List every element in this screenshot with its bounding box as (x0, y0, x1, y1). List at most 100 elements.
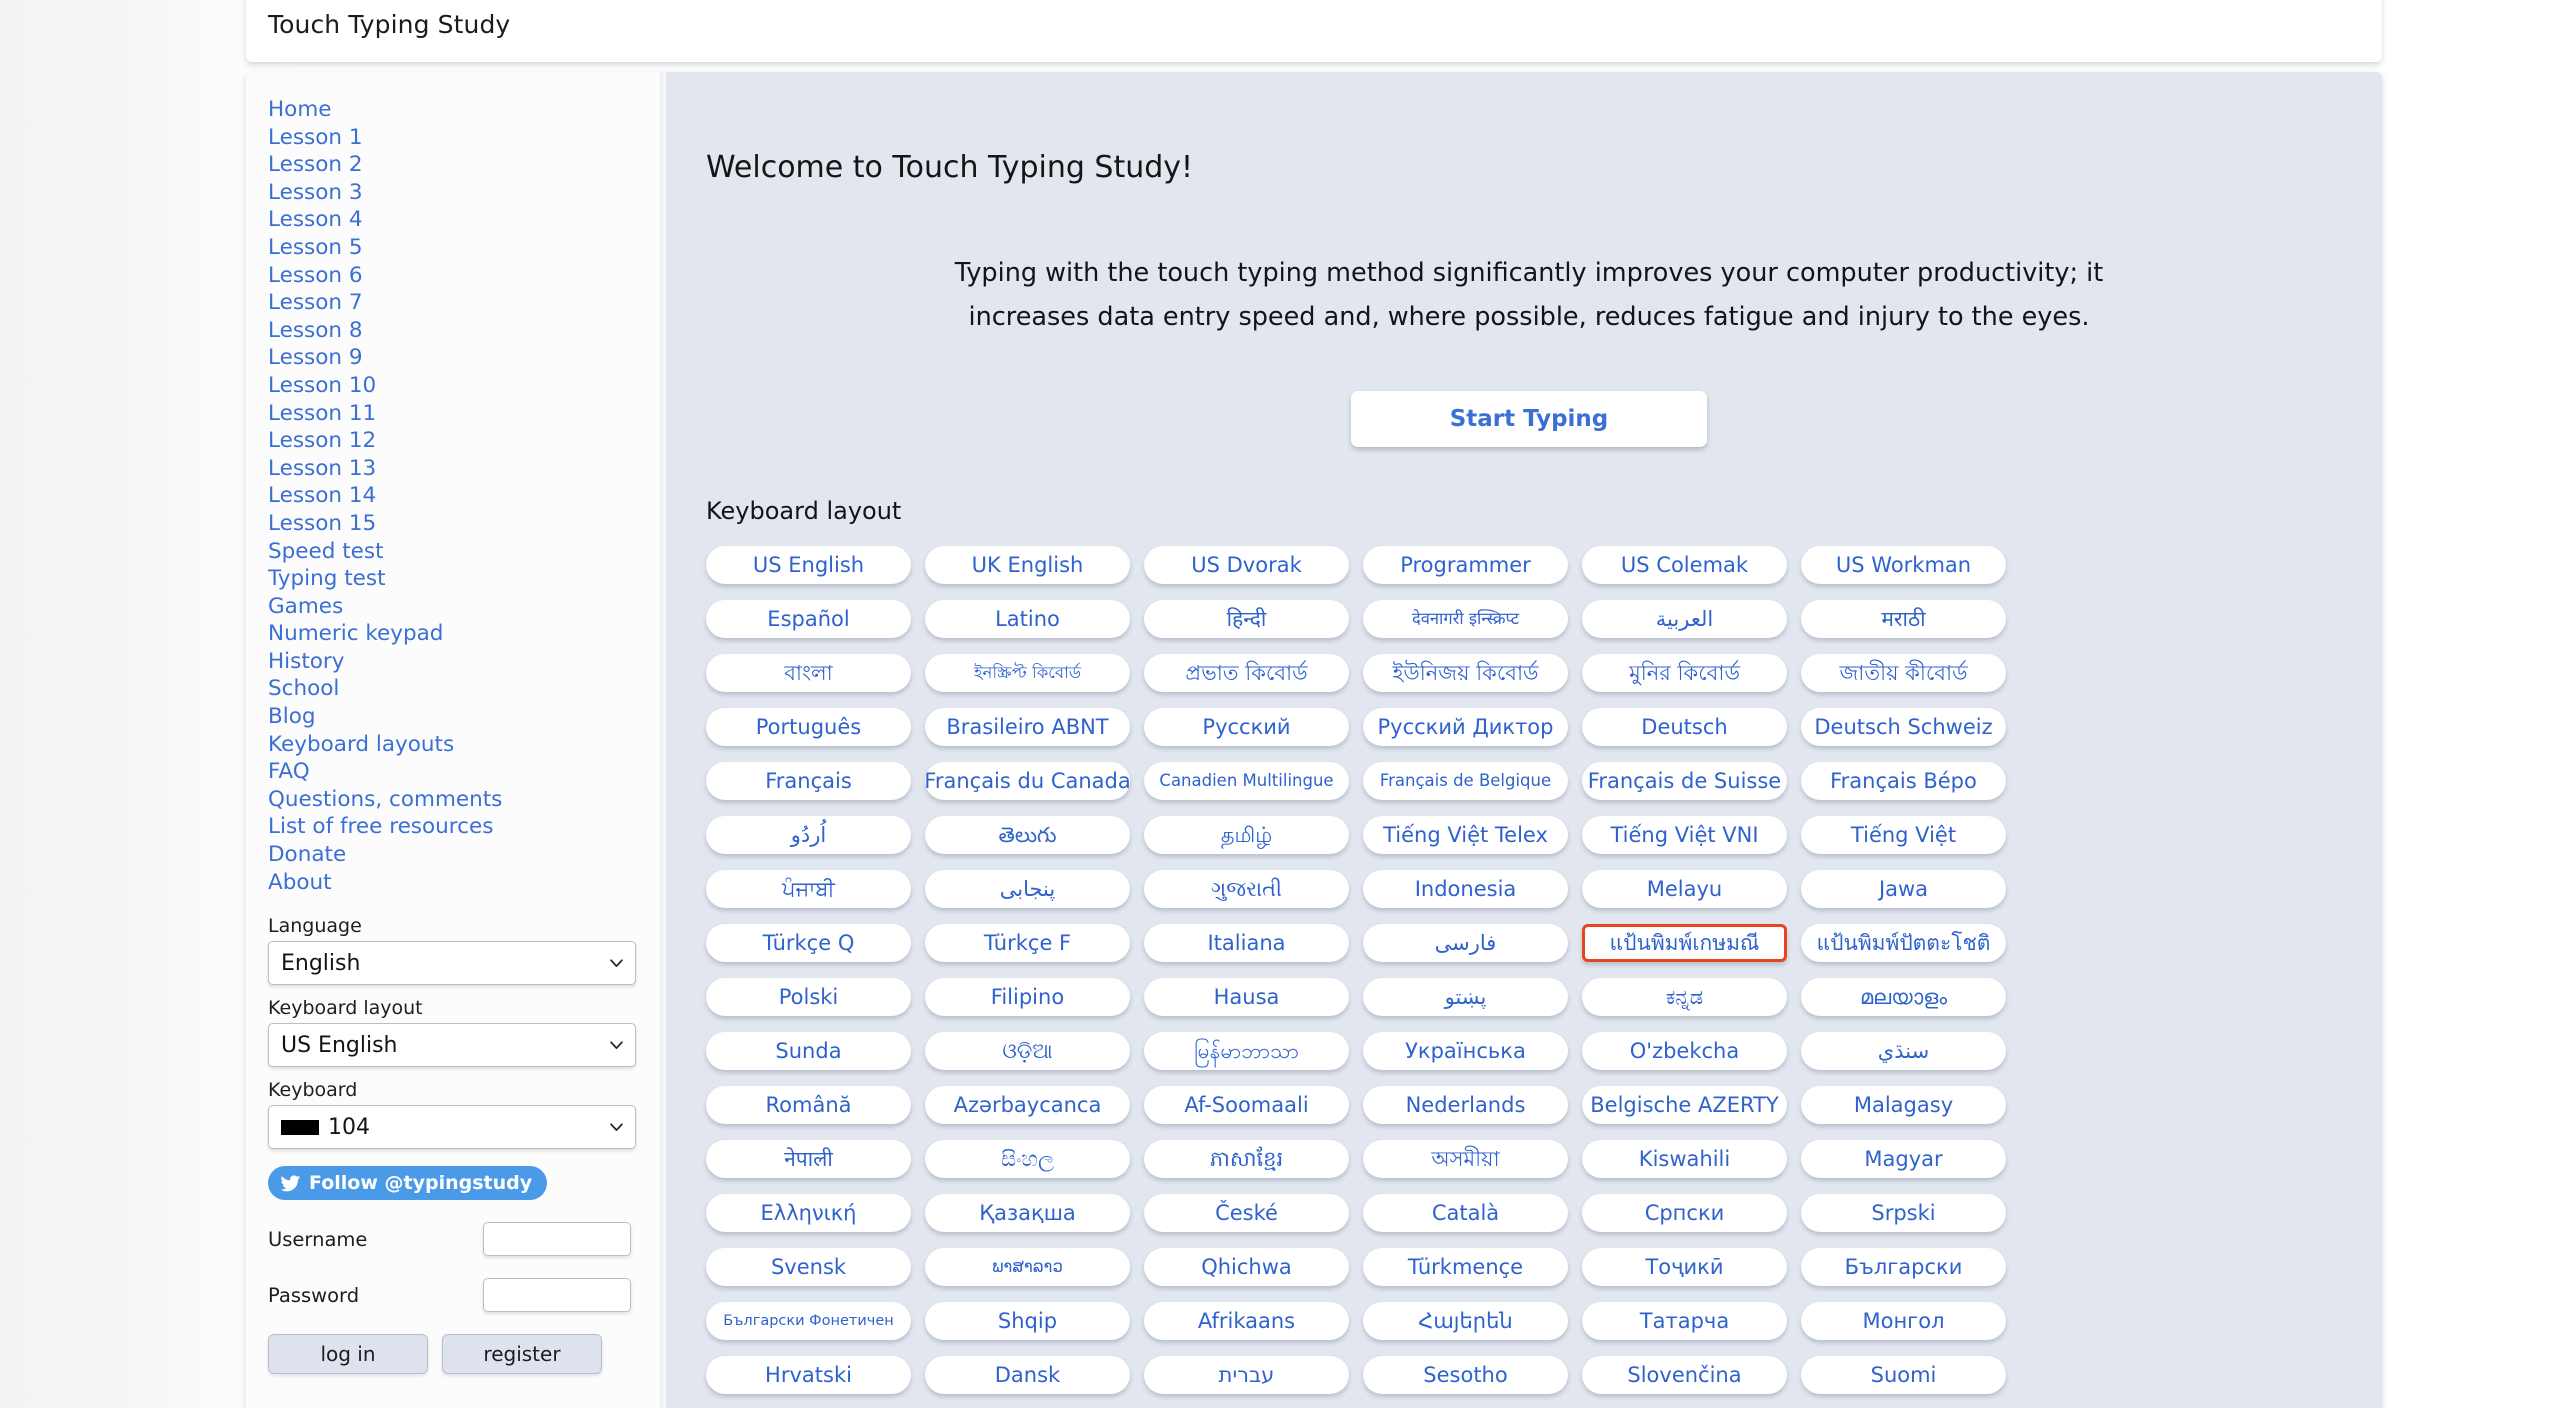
sidebar-item-history[interactable]: History (268, 648, 666, 676)
sidebar-item-lesson-12[interactable]: Lesson 12 (268, 427, 666, 455)
keyboard-layout-button[interactable]: US English (706, 546, 911, 584)
keyboard-layout-button[interactable]: Polski (706, 978, 911, 1016)
keyboard-layout-button[interactable]: Ελληνική (706, 1194, 911, 1232)
sidebar-item-lesson-11[interactable]: Lesson 11 (268, 400, 666, 428)
sidebar-item-lesson-4[interactable]: Lesson 4 (268, 206, 666, 234)
sidebar-item-lesson-15[interactable]: Lesson 15 (268, 510, 666, 538)
sidebar-item-questions-comments[interactable]: Questions, comments (268, 786, 666, 814)
keyboard-layout-button[interactable]: हिन्दी (1144, 600, 1349, 638)
keyboard-layout-button[interactable]: Slovenčina (1582, 1356, 1787, 1394)
keyboard-layout-button[interactable]: العربية (1582, 600, 1787, 638)
keyboard-layout-button[interactable]: Melayu (1582, 870, 1787, 908)
keyboard-layout-button[interactable]: Български Фонетичен (706, 1302, 911, 1340)
sidebar-item-lesson-13[interactable]: Lesson 13 (268, 455, 666, 483)
keyboard-layout-button[interactable]: தமிழ் (1144, 816, 1349, 854)
sidebar-item-school[interactable]: School (268, 675, 666, 703)
keyboard-layout-button[interactable]: ಕನ್ನಡ (1582, 978, 1787, 1016)
language-select-wrap[interactable]: English (268, 941, 636, 986)
keyboard-layout-button[interactable]: US Workman (1801, 546, 2006, 584)
keyboard-layout-button[interactable]: অসমীয়া (1363, 1140, 1568, 1178)
keyboard-layout-button[interactable]: Latino (925, 600, 1130, 638)
sidebar-item-lesson-1[interactable]: Lesson 1 (268, 124, 666, 152)
keyboard-layout-button[interactable]: US Dvorak (1144, 546, 1349, 584)
start-typing-button[interactable]: Start Typing (1351, 391, 1707, 447)
language-select[interactable]: English (268, 941, 636, 986)
keyboard-layout-button[interactable]: Català (1363, 1194, 1568, 1232)
sidebar-item-lesson-7[interactable]: Lesson 7 (268, 289, 666, 317)
keyboard-layout-button[interactable]: Tiếng Việt Telex (1363, 816, 1568, 854)
sidebar-item-lesson-3[interactable]: Lesson 3 (268, 179, 666, 207)
keyboard-layout-button[interactable]: Brasileiro ABNT (925, 708, 1130, 746)
keyboard-layout-button[interactable]: Српски (1582, 1194, 1787, 1232)
keyboard-layout-button[interactable]: Türkmençe (1363, 1248, 1568, 1286)
keyboard-layout-button[interactable]: ភាសាខ្មែរ (1144, 1140, 1349, 1178)
keyboard-layout-button[interactable]: Sesotho (1363, 1356, 1568, 1394)
keyboard-layout-button[interactable]: ଓଡ଼ିଆ (925, 1032, 1130, 1070)
keyboard-layout-button[interactable]: Belgische AZERTY (1582, 1086, 1787, 1124)
sidebar-item-lesson-5[interactable]: Lesson 5 (268, 234, 666, 262)
keyboard-layout-button[interactable]: עברית (1144, 1356, 1349, 1394)
keyboard-select-wrap[interactable]: 104 (268, 1105, 636, 1150)
keyboard-layout-button[interactable]: فارسی (1363, 924, 1568, 962)
keyboard-layout-button[interactable]: মুনির কিবোর্ড (1582, 654, 1787, 692)
sidebar-item-list-of-free-resources[interactable]: List of free resources (268, 813, 666, 841)
keyboard-layout-button[interactable]: ਪੰਜਾਬੀ (706, 870, 911, 908)
keyboard-layout-button[interactable]: Татарча (1582, 1302, 1787, 1340)
keyboard-layout-button[interactable]: Հայերեն (1363, 1302, 1568, 1340)
sidebar-item-numeric-keypad[interactable]: Numeric keypad (268, 620, 666, 648)
keyboard-layout-button[interactable]: پنجابی (925, 870, 1130, 908)
sidebar-item-lesson-2[interactable]: Lesson 2 (268, 151, 666, 179)
keyboard-layout-button[interactable]: Тоҷикӣ (1582, 1248, 1787, 1286)
keyboard-layout-button[interactable]: UK English (925, 546, 1130, 584)
keyboard-layout-button[interactable]: প্রভাত কিবোর্ড (1144, 654, 1349, 692)
keyboard-layout-button[interactable]: Magyar (1801, 1140, 2006, 1178)
keyboard-layout-button[interactable]: Русский (1144, 708, 1349, 746)
keyboard-layout-button[interactable]: Português (706, 708, 911, 746)
sidebar-item-donate[interactable]: Donate (268, 841, 666, 869)
sidebar-item-keyboard-layouts[interactable]: Keyboard layouts (268, 731, 666, 759)
sidebar-item-typing-test[interactable]: Typing test (268, 565, 666, 593)
keyboard-layout-button[interactable]: Filipino (925, 978, 1130, 1016)
keyboard-layout-button[interactable]: Malagasy (1801, 1086, 2006, 1124)
keyboard-layout-button[interactable]: Tiếng Việt VNI (1582, 816, 1787, 854)
keyboard-layout-button[interactable]: Français de Suisse (1582, 762, 1787, 800)
keyboard-layout-button[interactable]: Hausa (1144, 978, 1349, 1016)
sidebar-item-faq[interactable]: FAQ (268, 758, 666, 786)
keyboard-layout-button[interactable]: मराठी (1801, 600, 2006, 638)
keyboard-layout-button[interactable]: Español (706, 600, 911, 638)
keyboard-layout-button[interactable]: Suomi (1801, 1356, 2006, 1394)
keyboard-layout-button[interactable]: แป้นพิมพ์เกษมณี (1582, 924, 1787, 962)
register-button[interactable]: register (442, 1334, 602, 1375)
sidebar-item-lesson-8[interactable]: Lesson 8 (268, 317, 666, 345)
keyboard-layout-button[interactable]: Монгол (1801, 1302, 2006, 1340)
keyboard-layout-button[interactable]: České (1144, 1194, 1349, 1232)
sidebar-item-games[interactable]: Games (268, 593, 666, 621)
keyboard-layout-button[interactable]: Türkçe F (925, 924, 1130, 962)
keyboard-layout-select[interactable]: US English (268, 1023, 636, 1068)
sidebar-item-home[interactable]: Home (268, 96, 666, 124)
keyboard-layout-button[interactable]: US Colemak (1582, 546, 1787, 584)
sidebar-item-about[interactable]: About (268, 869, 666, 897)
keyboard-layout-button[interactable]: Deutsch (1582, 708, 1787, 746)
keyboard-layout-button[interactable]: Indonesia (1363, 870, 1568, 908)
keyboard-layout-button[interactable]: ইউনিজয় কিবোর্ড (1363, 654, 1568, 692)
keyboard-layout-button[interactable]: ইনস্ক্রিপ্ট কিবোর্ড (925, 654, 1130, 692)
sidebar-item-lesson-14[interactable]: Lesson 14 (268, 482, 666, 510)
keyboard-layout-button[interactable]: Hrvatski (706, 1356, 911, 1394)
keyboard-layout-select-wrap[interactable]: US English (268, 1023, 636, 1068)
keyboard-select[interactable]: 104 (268, 1105, 636, 1150)
keyboard-layout-button[interactable]: Dansk (925, 1356, 1130, 1394)
keyboard-layout-button[interactable]: Srpski (1801, 1194, 2006, 1232)
keyboard-layout-button[interactable]: پښتو (1363, 978, 1568, 1016)
keyboard-layout-button[interactable]: Programmer (1363, 546, 1568, 584)
keyboard-layout-button[interactable]: Canadien Multilingue (1144, 762, 1349, 800)
keyboard-layout-button[interactable]: देवनागरी इन्स्क्रिप्ट (1363, 600, 1568, 638)
sidebar-item-lesson-6[interactable]: Lesson 6 (268, 262, 666, 290)
keyboard-layout-button[interactable]: తెలుగు (925, 816, 1130, 854)
keyboard-layout-button[interactable]: Jawa (1801, 870, 2006, 908)
sidebar-item-blog[interactable]: Blog (268, 703, 666, 731)
keyboard-layout-button[interactable]: Azərbaycanca (925, 1086, 1130, 1124)
keyboard-layout-button[interactable]: नेपाली (706, 1140, 911, 1178)
keyboard-layout-button[interactable]: Türkçe Q (706, 924, 911, 962)
keyboard-layout-button[interactable]: اُردُو (706, 816, 911, 854)
